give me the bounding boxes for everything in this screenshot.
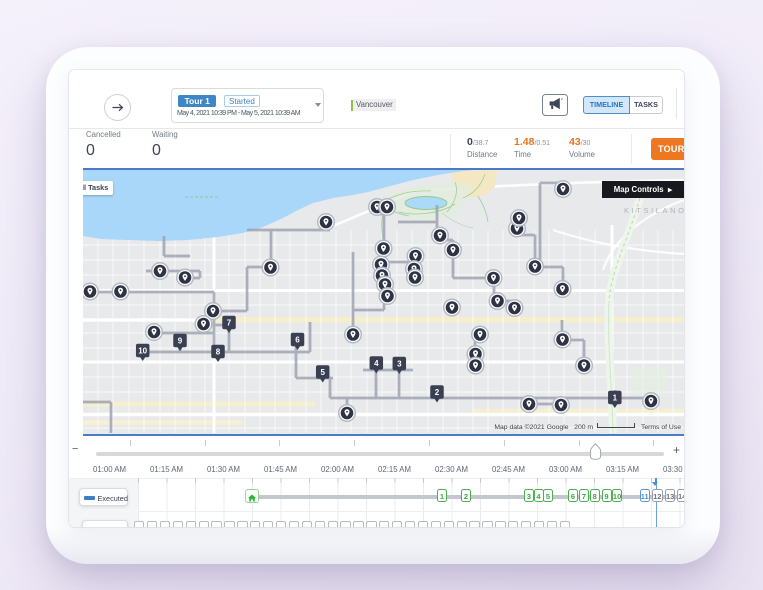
svg-text:2: 2 [435,388,440,397]
svg-text:6: 6 [295,335,300,344]
svg-text:KITSILANO 6: KITSILANO 6 [624,206,684,215]
svg-text:9: 9 [178,336,183,345]
svg-text:4: 4 [374,359,379,368]
svg-text:1: 1 [613,393,618,402]
svg-text:10: 10 [138,346,147,355]
svg-text:8: 8 [216,347,221,356]
svg-text:7: 7 [227,318,232,327]
svg-text:5: 5 [320,368,325,377]
svg-text:3: 3 [397,359,402,368]
